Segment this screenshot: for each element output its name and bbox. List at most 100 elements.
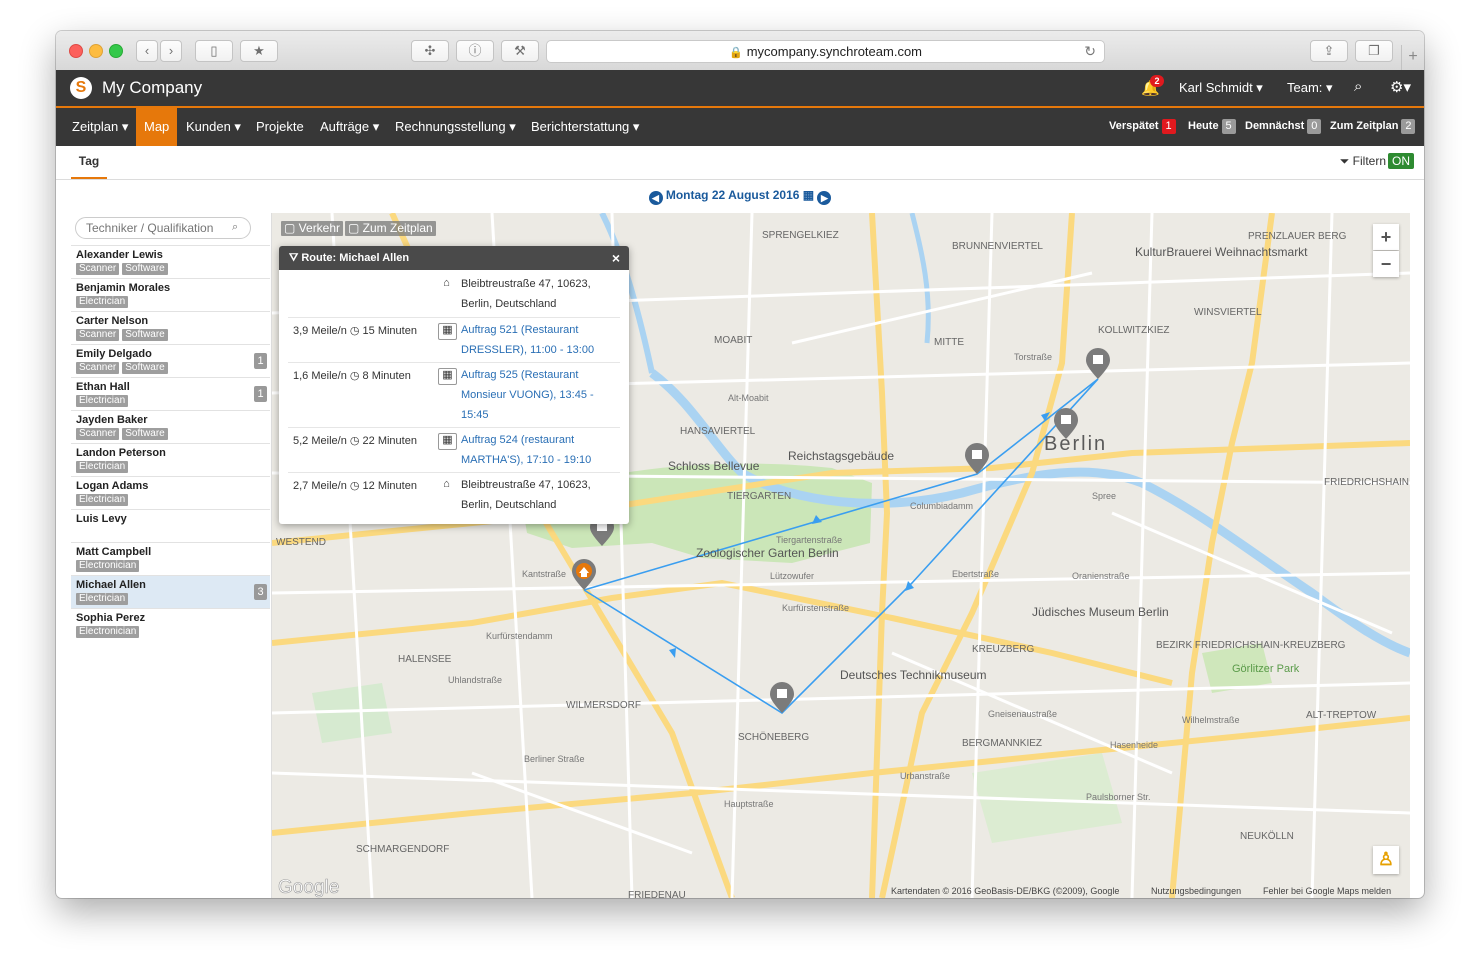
zoom-window-button[interactable] xyxy=(109,44,123,58)
nav-projekte[interactable]: Projekte xyxy=(248,108,312,146)
svg-text:Kantstraße: Kantstraße xyxy=(522,569,566,579)
technician-name: Michael Allen xyxy=(76,579,146,591)
skill-tags: Electrician xyxy=(76,395,131,407)
svg-text:Urbanstraße: Urbanstraße xyxy=(900,771,950,781)
svg-text:Kurfürstenstraße: Kurfürstenstraße xyxy=(782,603,849,613)
svg-text:Uhlandstraße: Uhlandstraße xyxy=(448,675,502,685)
late-count-badge: 1 xyxy=(1161,119,1176,134)
reload-icon[interactable]: ↻ xyxy=(1084,41,1096,62)
bookmarks-icon[interactable]: ★ xyxy=(240,40,278,62)
close-window-button[interactable] xyxy=(69,44,83,58)
current-date[interactable]: Montag 22 August 2016 xyxy=(666,188,800,202)
notification-badge[interactable]: 2 xyxy=(1150,75,1164,87)
job-link[interactable]: Auftrag 524 (restaurant MARTHA'S), 17:10… xyxy=(461,430,611,470)
technician-search-input[interactable] xyxy=(75,217,251,239)
address-bar[interactable]: 🔒 mycompany.synchroteam.com ↻ xyxy=(546,40,1105,63)
status-upcoming[interactable]: Demnächst 0 xyxy=(1245,119,1322,134)
tabs-overview-icon[interactable]: ❐ xyxy=(1355,40,1393,62)
nav-kunden[interactable]: Kunden ▾ xyxy=(178,108,249,146)
previous-day-icon[interactable]: ◀ xyxy=(648,191,663,205)
svg-text:Berliner Straße: Berliner Straße xyxy=(524,754,585,764)
technician-row[interactable]: Carter Nelson Scanner Software xyxy=(71,311,270,344)
nav-map[interactable]: Map xyxy=(136,108,178,146)
job-link[interactable]: Auftrag 521 (Restaurant DRESSLER), 11:00… xyxy=(461,320,611,360)
zoom-in-button[interactable]: + xyxy=(1373,224,1399,250)
label-brunnenviertel: BRUNNENVIERTEL xyxy=(952,241,1043,252)
gear-icon[interactable]: ⚙▾ xyxy=(1390,78,1411,96)
report-map-error-link[interactable]: Fehler bei Google Maps melden xyxy=(1263,886,1391,896)
label-goerlitzer-park: Görlitzer Park xyxy=(1232,663,1300,675)
brand-name[interactable]: My Company xyxy=(102,78,202,98)
technician-row[interactable]: Luis Levy xyxy=(71,509,270,542)
skill-tag: Software xyxy=(122,329,168,341)
search-icon[interactable]: ⌕ xyxy=(1354,78,1362,95)
close-icon[interactable]: × xyxy=(612,246,620,270)
tab-tag[interactable]: Tag xyxy=(71,146,107,179)
sidebar-toggle-icon[interactable]: ▯ xyxy=(195,40,233,62)
technician-row[interactable]: Jayden Baker Scanner Software xyxy=(71,410,270,443)
nav-zeitplan[interactable]: Zeitplan ▾ xyxy=(64,108,136,146)
svg-text:Paulsborner Str.: Paulsborner Str. xyxy=(1086,792,1151,802)
technician-row[interactable]: Emily Delgado Scanner Software 1 xyxy=(71,344,270,377)
technician-row[interactable]: Michael Allen Electrician 3 xyxy=(71,575,270,608)
nav-berichterstattung[interactable]: Berichterstattung ▾ xyxy=(523,108,647,146)
route-step: 3,9 Meile/n ◷ 15 Minuten ▦ Auftrag 521 (Re… xyxy=(288,317,620,363)
label-neukoelln: NEUKÖLLN xyxy=(1240,830,1294,842)
company-logo-icon[interactable]: S xyxy=(70,77,92,99)
traffic-toggle[interactable]: ▢ Verkehr xyxy=(281,221,344,236)
skill-tags: Scanner Software xyxy=(76,428,171,440)
user-menu[interactable]: Karl Schmidt ▾ xyxy=(1179,80,1263,96)
technician-row[interactable]: Benjamin Morales Electrician xyxy=(71,278,270,311)
extension-icon[interactable]: ✣ xyxy=(411,40,449,62)
technician-name: Alexander Lewis xyxy=(76,249,163,261)
route-step: ⌂ Bleibtreustraße 47, 10623, Berlin, Deut… xyxy=(288,272,620,317)
job-count-badge: 1 xyxy=(254,353,267,369)
route-step: 5,2 Meile/n ◷ 22 Minuten ▦ Auftrag 524 (re… xyxy=(288,427,620,473)
terms-link[interactable]: Nutzungsbedingungen xyxy=(1151,886,1241,896)
forward-button[interactable]: › xyxy=(160,40,182,62)
minimize-window-button[interactable] xyxy=(89,44,103,58)
schedule-toggle[interactable]: ▢ Zum Zeitplan xyxy=(345,221,436,236)
filter-toggle[interactable]: ⏷ Filtern ON xyxy=(1340,153,1414,169)
status-late[interactable]: Verspätet 1 xyxy=(1109,119,1176,134)
technician-name: Luis Levy xyxy=(76,513,127,525)
technician-row[interactable]: Alexander Lewis Scanner Software xyxy=(71,245,270,278)
technician-name: Emily Delgado xyxy=(76,348,152,360)
technician-name: Ethan Hall xyxy=(76,381,130,393)
status-today[interactable]: Heute 5 xyxy=(1188,119,1236,134)
label-prenzlauer-berg: PRENZLAUER BERG xyxy=(1248,231,1347,242)
technician-row[interactable]: Logan Adams Electrician xyxy=(71,476,270,509)
clock-icon: ◷ xyxy=(346,435,363,447)
skill-tags: Scanner Software xyxy=(76,362,171,374)
back-button[interactable]: ‹ xyxy=(136,40,158,62)
skill-tags: Electronician xyxy=(76,626,142,638)
app-header: S My Company 🔔 2 Karl Schmidt ▾ Team: ▾ … xyxy=(56,70,1424,108)
technician-row[interactable]: Sophia Perez Electronician xyxy=(71,608,270,641)
share-icon[interactable]: ⇪ xyxy=(1310,40,1348,62)
technician-row[interactable]: Landon Peterson Electrician xyxy=(71,443,270,476)
skill-tag: Electrician xyxy=(76,461,129,473)
new-tab-button[interactable]: + xyxy=(1401,45,1424,70)
search-icon[interactable]: ⌕ xyxy=(232,221,238,234)
job-link[interactable]: Auftrag 525 (Restaurant Monsieur VUONG),… xyxy=(461,365,611,425)
zoom-out-button[interactable]: − xyxy=(1373,251,1399,277)
calendar-icon[interactable]: ▦ xyxy=(803,188,814,202)
label-kulturbrauerei: KulturBrauerei Weihnachtsmarkt xyxy=(1135,245,1308,259)
skill-tag: Electrician xyxy=(76,395,129,407)
technician-row[interactable]: Ethan Hall Electrician 1 xyxy=(71,377,270,410)
street-view-pegman-icon[interactable]: ♙ xyxy=(1373,846,1399,874)
nav-auftraege[interactable]: Aufträge ▾ xyxy=(312,108,387,146)
route-title: ⛛ Route: Michael Allen xyxy=(289,252,410,264)
nav-rechnungsstellung[interactable]: Rechnungsstellung ▾ xyxy=(387,108,524,146)
skill-tag: Electrician xyxy=(76,296,129,308)
info-icon[interactable]: ⓘ xyxy=(456,40,494,62)
skill-tags: Electrician xyxy=(76,593,131,605)
clock-icon: ◷ xyxy=(346,370,363,382)
status-to-schedule[interactable]: Zum Zeitplan 2 xyxy=(1330,119,1416,134)
lock-icon: 🔒 xyxy=(728,47,743,59)
tools-icon[interactable]: ⚒ xyxy=(501,40,539,62)
technician-name: Sophia Perez xyxy=(76,612,146,624)
technician-row[interactable]: Matt Campbell Electronician xyxy=(71,542,270,575)
team-menu[interactable]: Team: ▾ xyxy=(1287,80,1333,96)
next-day-icon[interactable]: ▶ xyxy=(817,191,832,205)
